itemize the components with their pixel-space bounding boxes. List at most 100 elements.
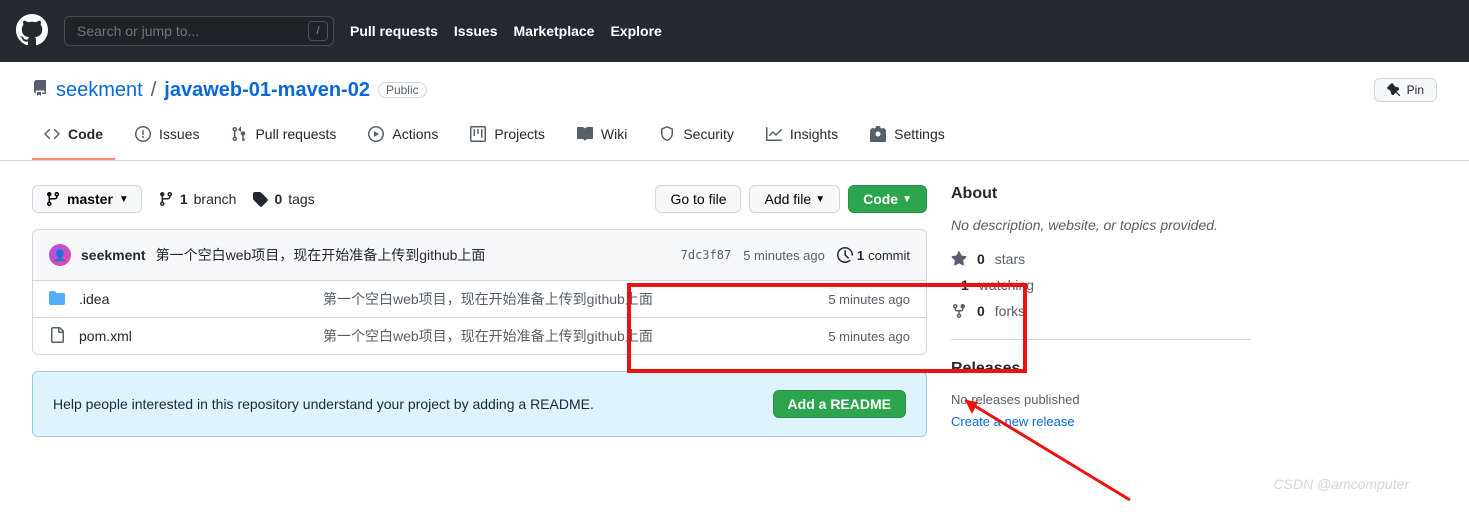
pin-label: Pin (1407, 83, 1424, 97)
tab-insights[interactable]: Insights (754, 118, 850, 160)
add-readme-button[interactable]: Add a README (773, 390, 906, 418)
visibility-badge: Public (378, 82, 427, 98)
branch-icon (158, 191, 174, 207)
nav-explore[interactable]: Explore (610, 23, 661, 39)
global-nav: Pull requests Issues Marketplace Explore (350, 23, 662, 39)
stars-count: 0 (977, 251, 985, 267)
nav-marketplace[interactable]: Marketplace (514, 23, 595, 39)
table-row: pom.xml 第一个空白web项目，现在开始准备上传到github上面 5 m… (33, 318, 926, 354)
branches-link[interactable]: 1 branch (158, 191, 237, 207)
commits-link[interactable]: 1 commit (837, 247, 910, 263)
code-label: Code (863, 191, 898, 207)
owner-link[interactable]: seekment (56, 79, 143, 102)
tab-code[interactable]: Code (32, 118, 115, 160)
main-column: master ▼ 1 branch 0 tags Go to file Add … (32, 185, 927, 437)
tab-actions[interactable]: Actions (356, 118, 450, 160)
branch-select[interactable]: master ▼ (32, 185, 142, 213)
file-list: 👤 seekment 第一个空白web项目，现在开始准备上传到github上面 … (32, 229, 927, 355)
nav-pull-requests[interactable]: Pull requests (350, 23, 438, 39)
file-header: master ▼ 1 branch 0 tags Go to file Add … (32, 185, 927, 213)
repo-link[interactable]: javaweb-01-maven-02 (164, 79, 370, 102)
about-title: About (951, 185, 1251, 203)
caret-icon: ▼ (815, 194, 825, 205)
pin-icon (1387, 83, 1401, 97)
releases-title: Releases (951, 360, 1251, 378)
branch-icon (45, 191, 61, 207)
commit-count-label: commit (868, 248, 910, 263)
file-commit-msg[interactable]: 第一个空白web项目，现在开始准备上传到github上面 (323, 291, 653, 307)
avatar[interactable]: 👤 (49, 244, 71, 266)
fork-icon (951, 303, 967, 319)
search-box: / (64, 16, 334, 46)
commit-count: 1 (857, 248, 864, 263)
repo-tabs: Code Issues Pull requests Actions Projec… (32, 118, 1437, 160)
folder-icon (49, 290, 65, 309)
code-button[interactable]: Code ▼ (848, 185, 927, 213)
tags-count: 0 (274, 191, 282, 207)
file-commit-msg[interactable]: 第一个空白web项目，现在开始准备上传到github上面 (323, 328, 653, 344)
repo-title: seekment / javaweb-01-maven-02 Public Pi… (32, 78, 1437, 102)
forks-count: 0 (977, 303, 985, 319)
branch-count: 1 (180, 191, 188, 207)
commit-sha[interactable]: 7dc3f87 (681, 248, 732, 262)
repo-header: seekment / javaweb-01-maven-02 Public Pi… (0, 62, 1469, 161)
readme-prompt: Help people interested in this repositor… (32, 371, 927, 437)
tab-label: Pull requests (255, 126, 336, 142)
add-file-button[interactable]: Add file ▼ (749, 185, 840, 213)
releases-none: No releases published (951, 392, 1251, 407)
file-name-link[interactable]: .idea (79, 291, 109, 307)
stars-label: stars (995, 251, 1025, 267)
watching-stat[interactable]: 1 watching (951, 277, 1251, 293)
watching-count: 1 (961, 277, 969, 293)
repo-icon (32, 79, 48, 102)
tab-label: Settings (894, 126, 945, 142)
table-row: .idea 第一个空白web项目，现在开始准备上传到github上面 5 min… (33, 281, 926, 318)
tab-settings[interactable]: Settings (858, 118, 957, 160)
file-icon (49, 327, 65, 346)
create-release-link[interactable]: Create a new release (951, 414, 1075, 429)
main-container: master ▼ 1 branch 0 tags Go to file Add … (0, 161, 1469, 437)
github-logo[interactable] (16, 14, 48, 49)
caret-icon: ▼ (902, 194, 912, 205)
commit-author[interactable]: seekment (81, 247, 146, 263)
tab-label: Issues (159, 126, 199, 142)
tab-label: Actions (392, 126, 438, 142)
forks-label: forks (995, 303, 1025, 319)
tab-label: Security (683, 126, 734, 142)
branch-name: master (67, 191, 113, 207)
latest-commit: 👤 seekment 第一个空白web项目，现在开始准备上传到github上面 … (33, 230, 926, 281)
pin-button[interactable]: Pin (1374, 78, 1437, 102)
file-time: 5 minutes ago (828, 329, 910, 344)
tab-security[interactable]: Security (647, 118, 746, 160)
separator: / (151, 79, 157, 102)
tags-link[interactable]: 0 tags (252, 191, 314, 207)
history-icon (837, 247, 853, 263)
tab-pull-requests[interactable]: Pull requests (219, 118, 348, 160)
add-file-label: Add file (764, 191, 811, 207)
about-description: No description, website, or topics provi… (951, 217, 1251, 233)
tab-label: Insights (790, 126, 838, 142)
tab-projects[interactable]: Projects (458, 118, 557, 160)
stars-stat[interactable]: 0 stars (951, 251, 1251, 267)
nav-issues[interactable]: Issues (454, 23, 498, 39)
file-time: 5 minutes ago (828, 292, 910, 307)
readme-text: Help people interested in this repositor… (53, 396, 594, 412)
star-icon (951, 251, 967, 267)
watermark: CSDN @amcomputer (1273, 476, 1409, 492)
tab-wiki[interactable]: Wiki (565, 118, 639, 160)
tags-count-label: tags (288, 191, 314, 207)
global-header: / Pull requests Issues Marketplace Explo… (0, 0, 1469, 62)
file-name-link[interactable]: pom.xml (79, 328, 132, 344)
tab-issues[interactable]: Issues (123, 118, 211, 160)
branch-count-label: branch (194, 191, 237, 207)
commit-message[interactable]: 第一个空白web项目，现在开始准备上传到github上面 (156, 245, 486, 265)
goto-file-button[interactable]: Go to file (655, 185, 741, 213)
sidebar: About No description, website, or topics… (951, 185, 1251, 437)
tag-icon (252, 191, 268, 207)
file-actions: Go to file Add file ▼ Code ▼ (655, 185, 927, 213)
commit-time[interactable]: 5 minutes ago (743, 248, 825, 263)
search-input[interactable] (64, 16, 334, 46)
forks-stat[interactable]: 0 forks (951, 303, 1251, 319)
tab-label: Wiki (601, 126, 627, 142)
watching-label: watching (979, 277, 1034, 293)
